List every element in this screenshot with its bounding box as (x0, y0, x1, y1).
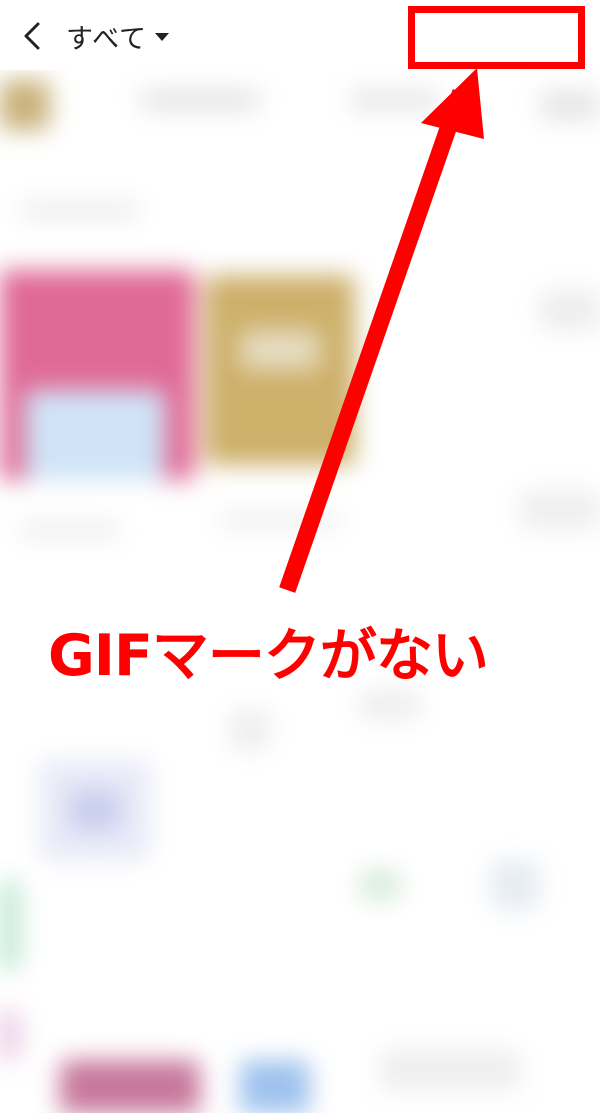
blurred-media-grid (0, 70, 600, 1113)
annotation-caption: GIFマークがない (48, 623, 489, 689)
filter-dropdown[interactable]: すべて (66, 14, 170, 58)
back-button[interactable] (12, 14, 52, 58)
caret-down-icon (155, 33, 170, 41)
chevron-left-icon (24, 22, 40, 50)
screen: すべて GIFマークがない (0, 0, 600, 1113)
filter-dropdown-label: すべて (66, 23, 148, 55)
annotation-highlight-box (408, 6, 585, 69)
